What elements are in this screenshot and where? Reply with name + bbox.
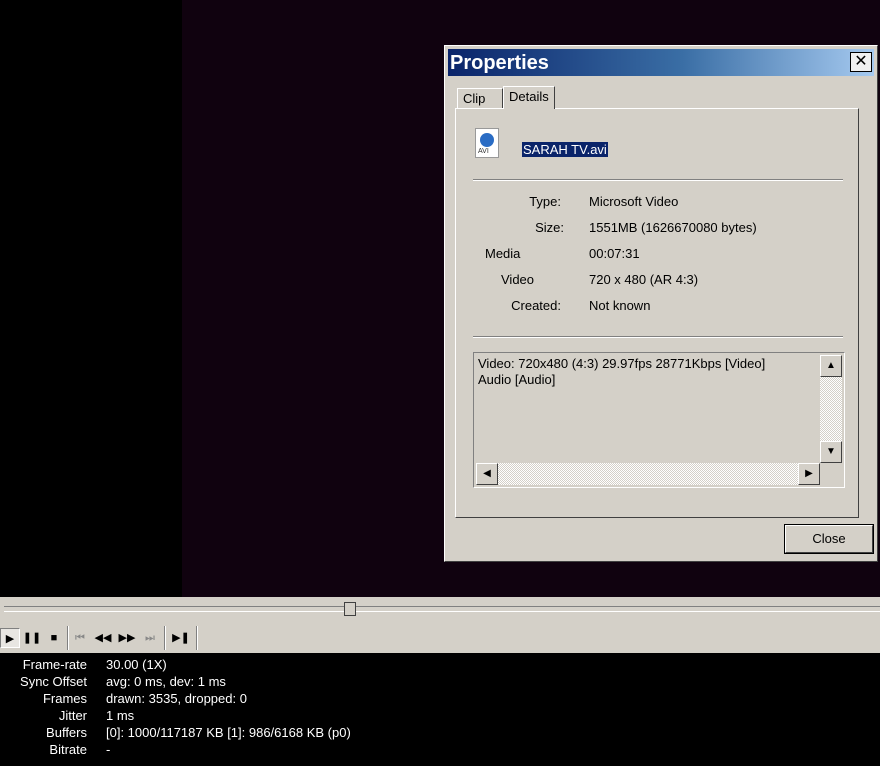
- frames-value: drawn: 3535, dropped: 0: [106, 691, 247, 706]
- scroll-left-icon[interactable]: ◀: [476, 463, 498, 485]
- stream-line-video: Video: 720x480 (4:3) 29.97fps 28771Kbps …: [478, 356, 766, 371]
- jitter-label: Jitter: [58, 708, 87, 723]
- seek-bar[interactable]: [0, 597, 880, 622]
- toolbar-separator: [67, 626, 69, 650]
- scroll-up-icon[interactable]: ▲: [820, 355, 842, 377]
- stop-icon: ■: [50, 632, 58, 644]
- fast-forward-icon: ▶▶: [118, 632, 136, 644]
- playback-toolbar: ▶ ❚❚ ■ ⏮ ◀◀ ▶▶ ⏭ ▶❚: [0, 622, 880, 653]
- tab-details[interactable]: Details: [503, 86, 555, 109]
- sync-offset-value: avg: 0 ms, dev: 1 ms: [106, 674, 226, 689]
- frames-label: Frames: [42, 691, 87, 706]
- rewind-icon: ◀◀: [94, 632, 112, 644]
- jitter-value: 1 ms: [106, 708, 135, 723]
- streams-textbox[interactable]: Video: 720x480 (4:3) 29.97fps 28771Kbps …: [473, 352, 845, 488]
- streams-text: Video: 720x480 (4:3) 29.97fps 28771Kbps …: [478, 356, 765, 388]
- play-icon: ▶: [5, 633, 15, 645]
- close-icon[interactable]: ✕: [850, 52, 872, 72]
- media-label: Media: [485, 246, 521, 261]
- video-area-left: [0, 0, 182, 597]
- close-button[interactable]: Close: [784, 524, 874, 554]
- pause-icon: ❚❚: [22, 632, 42, 644]
- buffers-label: Buffers: [46, 725, 87, 740]
- created-value: Not known: [589, 298, 651, 313]
- filename-field[interactable]: SARAH TV.avi: [522, 142, 608, 157]
- seek-thumb[interactable]: [344, 602, 357, 616]
- frame-step-icon: ▶❚: [172, 632, 190, 644]
- divider: [473, 179, 843, 181]
- statistics-panel: Frame-rate 30.00 (1X) Sync Offset avg: 0…: [0, 655, 880, 766]
- type-value: Microsoft Video: [589, 194, 679, 209]
- horizontal-scrollbar[interactable]: ◀ ▶: [476, 463, 820, 485]
- bitrate-value: -: [106, 742, 111, 757]
- toolbar-separator: [196, 626, 198, 650]
- skip-back-button[interactable]: ⏮: [70, 628, 90, 648]
- seek-track[interactable]: [4, 606, 880, 612]
- tab-clip[interactable]: Clip: [457, 88, 503, 108]
- dialog-titlebar[interactable]: Properties ✕: [448, 49, 874, 76]
- frame-step-button[interactable]: ▶❚: [171, 628, 191, 648]
- size-value: 1551MB (1626670080 bytes): [589, 220, 757, 235]
- file-icon-disc: [480, 133, 494, 147]
- bitrate-label: Bitrate: [49, 742, 87, 757]
- play-button[interactable]: ▶: [0, 628, 20, 648]
- scroll-down-icon[interactable]: ▼: [820, 441, 842, 463]
- size-label: Size:: [535, 220, 564, 235]
- toolbar-separator: [164, 626, 166, 650]
- rewind-button[interactable]: ◀◀: [93, 628, 113, 648]
- buffers-value: [0]: 1000/117187 KB [1]: 986/6168 KB (p0…: [106, 725, 351, 740]
- skip-forward-icon: ⏭: [145, 632, 155, 644]
- stop-button[interactable]: ■: [44, 628, 64, 648]
- video-label: Video: [501, 272, 535, 287]
- fast-forward-button[interactable]: ▶▶: [117, 628, 137, 648]
- media-value: 00:07:31: [589, 246, 640, 261]
- skip-back-icon: ⏮: [75, 632, 85, 644]
- pause-button[interactable]: ❚❚: [22, 628, 42, 648]
- scroll-right-icon[interactable]: ▶: [798, 463, 820, 485]
- skip-forward-button[interactable]: ⏭: [140, 628, 160, 648]
- created-label: Created:: [511, 298, 561, 313]
- dialog-title: Properties: [450, 52, 549, 74]
- sync-offset-label: Sync Offset: [20, 674, 87, 689]
- properties-dialog: Properties ✕ Clip Details AVI SARAH TV.a…: [444, 45, 878, 562]
- stream-line-audio: Audio [Audio]: [478, 372, 556, 387]
- file-icon-label: AVI: [478, 148, 489, 155]
- avi-file-icon: AVI: [475, 128, 499, 158]
- video-value: 720 x 480 (AR 4:3): [589, 272, 699, 287]
- framerate-label: Frame-rate: [22, 657, 87, 672]
- vertical-scrollbar[interactable]: ▲ ▼: [820, 355, 842, 463]
- type-label: Type:: [529, 194, 561, 209]
- framerate-value: 30.00 (1X): [106, 657, 167, 672]
- divider: [473, 336, 843, 338]
